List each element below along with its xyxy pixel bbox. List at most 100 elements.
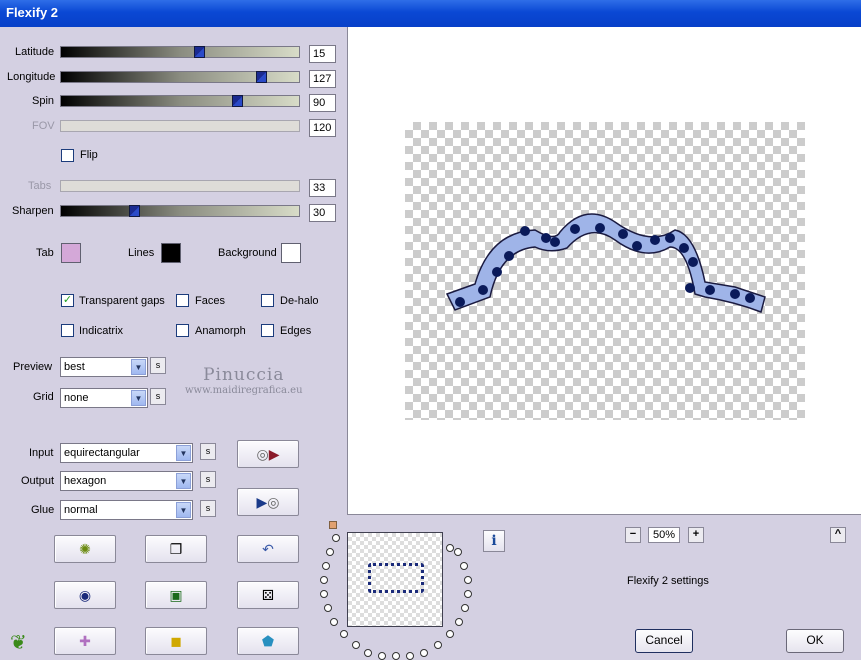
window-title: Flexify 2: [0, 0, 861, 27]
undo-icon: ↶: [262, 540, 274, 557]
grid-select-value: none: [64, 392, 89, 404]
dial-dot[interactable]: [324, 604, 332, 612]
dial-dot[interactable]: [446, 630, 454, 638]
swap-input-button[interactable]: ◎▶: [237, 440, 299, 468]
tab-color-swatch[interactable]: [61, 243, 81, 263]
cross-icon: ✚: [79, 632, 91, 649]
dial-dot[interactable]: [434, 641, 442, 649]
input-select[interactable]: equirectangular ▼: [60, 443, 193, 463]
background-color-swatch[interactable]: [281, 243, 301, 263]
navigator-thumbnail[interactable]: [347, 532, 443, 627]
output-select[interactable]: hexagon ▼: [60, 471, 193, 491]
ok-button[interactable]: OK: [786, 629, 844, 653]
chevron-down-icon[interactable]: ▼: [176, 445, 191, 461]
de-halo-checkbox[interactable]: [261, 294, 274, 307]
longitude-slider[interactable]: [60, 71, 300, 83]
ring-button[interactable]: ◉: [54, 581, 116, 609]
longitude-slider-thumb[interactable]: [256, 71, 267, 83]
preview-s-button[interactable]: s: [150, 357, 166, 374]
dial-dot[interactable]: [352, 641, 360, 649]
anamorph-checkbox[interactable]: [176, 324, 189, 337]
sharpen-slider-thumb[interactable]: [129, 205, 140, 217]
sharpen-slider[interactable]: [60, 205, 300, 217]
background-color-label: Background: [218, 247, 277, 259]
dial-dot[interactable]: [332, 534, 340, 542]
dice-icon: ⚄: [261, 586, 275, 603]
square-button[interactable]: ▣: [145, 581, 207, 609]
sharpen-label: Sharpen: [12, 205, 54, 217]
info-icon[interactable]: i: [483, 530, 505, 552]
dial-dot[interactable]: [464, 576, 472, 584]
chevron-down-icon[interactable]: ▼: [131, 390, 146, 406]
spin-slider[interactable]: [60, 95, 300, 107]
faces-checkbox[interactable]: [176, 294, 189, 307]
dial-dot[interactable]: [320, 590, 328, 598]
spin-slider-thumb[interactable]: [232, 95, 243, 107]
cancel-button[interactable]: Cancel: [635, 629, 693, 653]
glue-select[interactable]: normal ▼: [60, 500, 193, 520]
chevron-down-icon[interactable]: ▼: [176, 473, 191, 489]
latitude-slider[interactable]: [60, 46, 300, 58]
longitude-value[interactable]: 127: [309, 70, 336, 88]
transparent-gaps-label: Transparent gaps: [79, 295, 165, 307]
zoom-out-button[interactable]: −: [625, 527, 641, 543]
spin-value[interactable]: 90: [309, 94, 336, 112]
indicatrix-label: Indicatrix: [79, 325, 124, 337]
edges-checkbox[interactable]: [261, 324, 274, 337]
copy-button[interactable]: ❐: [145, 535, 207, 563]
output-label: Output: [21, 475, 55, 487]
indicatrix-checkbox[interactable]: [61, 324, 74, 337]
dial-dot[interactable]: [326, 548, 334, 556]
edges-label: Edges: [280, 325, 312, 337]
undo-button[interactable]: ↶: [237, 535, 299, 563]
input-label: Input: [29, 447, 54, 459]
chevron-down-icon[interactable]: ▼: [131, 359, 146, 375]
dial-dot[interactable]: [464, 590, 472, 598]
dial-dot[interactable]: [460, 562, 468, 570]
anamorph-label: Anamorph: [195, 325, 246, 337]
input-s-button[interactable]: s: [200, 443, 216, 460]
zoom-level[interactable]: 50%: [648, 527, 680, 543]
dial-dot[interactable]: [340, 630, 348, 638]
navigator-handle[interactable]: [329, 521, 337, 529]
chevron-down-icon[interactable]: ▼: [176, 502, 191, 518]
fov-label: FOV: [32, 120, 55, 132]
cube-button[interactable]: ◼: [145, 627, 207, 655]
swap-output-button[interactable]: ▶◎: [237, 488, 299, 516]
grid-select[interactable]: none ▼: [60, 388, 148, 408]
transparent-gaps-checkbox[interactable]: ✓: [61, 294, 74, 307]
preview-select[interactable]: best ▼: [60, 357, 148, 377]
randomize-button[interactable]: ✺: [54, 535, 116, 563]
sharpen-value[interactable]: 30: [309, 204, 336, 222]
cube-icon: ◼: [170, 632, 182, 649]
latitude-value[interactable]: 15: [309, 45, 336, 63]
dial-dot[interactable]: [364, 649, 372, 657]
square-icon: ▣: [169, 586, 183, 603]
dial-dot[interactable]: [420, 649, 428, 657]
fov-value: 120: [309, 119, 336, 137]
dice-button[interactable]: ⚄: [237, 581, 299, 609]
status-text: Flexify 2 settings: [627, 575, 709, 587]
navigator-shape: [368, 563, 424, 593]
output-s-button[interactable]: s: [200, 471, 216, 488]
dial-dot[interactable]: [320, 576, 328, 584]
lines-color-swatch[interactable]: [161, 243, 181, 263]
dial-dot[interactable]: [330, 618, 338, 626]
cross-button[interactable]: ✚: [54, 627, 116, 655]
dial-dot[interactable]: [322, 562, 330, 570]
watermark: Pinuccia www.maidiregrafica.eu: [185, 365, 303, 396]
dial-dot[interactable]: [461, 604, 469, 612]
dial-dot[interactable]: [455, 618, 463, 626]
glue-s-button[interactable]: s: [200, 500, 216, 517]
zoom-in-button[interactable]: +: [688, 527, 704, 543]
pentagon-button[interactable]: ⬟: [237, 627, 299, 655]
glue-label: Glue: [31, 504, 55, 516]
dial-dot[interactable]: [454, 548, 462, 556]
flip-checkbox[interactable]: [61, 149, 74, 162]
collapse-button[interactable]: ^: [830, 527, 846, 543]
latitude-slider-thumb[interactable]: [194, 46, 205, 58]
longitude-label: Longitude: [7, 71, 56, 83]
dial-dot[interactable]: [446, 544, 454, 552]
latitude-label: Latitude: [15, 46, 55, 58]
grid-s-button[interactable]: s: [150, 388, 166, 405]
